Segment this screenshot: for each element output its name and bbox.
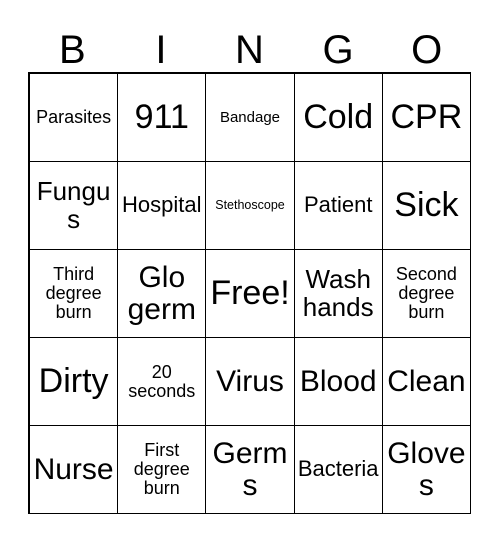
bingo-header-letter-n: N [235,28,264,72]
bingo-cell-label: Second degree burn [395,264,457,322]
bingo-cell[interactable]: Wash hands [294,250,383,338]
bingo-grid: Parasites 911 Bandage Cold CPR Fungus Hospital… [28,72,471,514]
bingo-cell-label: Sick [394,185,459,224]
bingo-cell-label: Dirty [38,361,109,400]
bingo-cell-label: Hospital [122,192,202,218]
bingo-cell[interactable]: Fungus [30,162,119,250]
bingo-cell-label: 20 seconds [128,361,196,401]
bingo-cell[interactable]: Third degree burn [30,250,119,338]
bingo-cell-label: Gloves [387,437,466,502]
bingo-cell-label: Third degree burn [45,264,102,322]
bingo-cell-label: 911 [134,97,189,136]
bingo-cell-label: Parasites [36,107,112,128]
bingo-cell-label: First degree burn [133,440,190,498]
bingo-cell[interactable]: Germs [206,426,295,514]
bingo-cell[interactable]: Free! [206,250,295,338]
bingo-cell[interactable]: Dirty [30,338,119,426]
bingo-cell-label: Patient [303,192,373,218]
bingo-header-letter-g: G [322,28,354,72]
bingo-cell[interactable]: 20 seconds [118,338,207,426]
bingo-cell[interactable]: Parasites [30,74,119,162]
bingo-cell-label: Stethoscope [215,198,285,212]
bingo-header-letter-b: B [58,28,86,72]
bingo-cell-label: Free! [210,273,290,312]
bingo-cell[interactable]: Glo germ [118,250,207,338]
bingo-cell-label: Fungus [36,176,111,234]
bingo-cell[interactable]: Virus [206,338,295,426]
bingo-cell[interactable]: Stethoscope [206,162,295,250]
bingo-cell-label: Cold [303,97,374,136]
bingo-cell-label: Glo germ [127,261,196,326]
bingo-cell-label: Blood [299,364,377,398]
bingo-cell[interactable]: 911 [118,74,207,162]
bingo-cell[interactable]: Clean [382,338,471,426]
bingo-header-letter-i: I [155,28,167,72]
bingo-header-letter-o: O [411,28,443,72]
bingo-cell[interactable]: Cold [294,74,383,162]
bingo-cell-label: Bandage [219,108,281,126]
bingo-cell[interactable]: Patient [294,162,383,250]
bingo-cell-label: Virus [216,364,284,398]
bingo-cell[interactable]: Hospital [118,162,207,250]
bingo-card: B I N G O Parasites 911 Bandage Cold CPR Fungus Ho… [0,0,500,544]
bingo-cell[interactable]: Nurse [30,426,119,514]
bingo-cell[interactable]: Bacteria [294,426,383,514]
bingo-header: BINGO [28,22,471,72]
bingo-cell-label: CPR [390,97,463,136]
bingo-cell-label: Wash hands [302,264,374,322]
bingo-cell[interactable]: Second degree burn [382,250,471,338]
bingo-cell[interactable]: Bandage [206,74,295,162]
bingo-cell-label: Nurse [33,452,114,486]
bingo-cell[interactable]: Sick [382,162,471,250]
bingo-cell[interactable]: Blood [294,338,383,426]
bingo-cell-label: Clean [387,364,466,398]
bingo-cell[interactable]: Gloves [382,426,471,514]
bingo-cell[interactable]: First degree burn [118,426,207,514]
bingo-cell-label: Germs [212,437,288,502]
bingo-cell-label: Bacteria [297,456,379,482]
bingo-cell[interactable]: CPR [382,74,471,162]
